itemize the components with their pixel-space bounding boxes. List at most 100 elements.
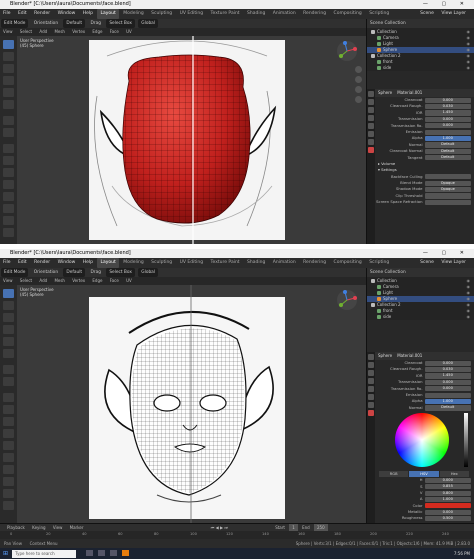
header-menu-edge[interactable]: Edge xyxy=(89,28,105,36)
tab-texture-paint[interactable]: Texture Paint xyxy=(208,9,243,19)
window-controls[interactable]: — ▢ ✕ xyxy=(423,0,470,9)
end-frame-field[interactable]: 250 xyxy=(313,524,328,531)
material-tab-icon-2[interactable] xyxy=(368,410,374,416)
tab-rendering[interactable]: Rendering xyxy=(300,9,329,19)
settings-prop-value-field[interactable] xyxy=(424,174,471,180)
mode-select-2[interactable]: Edit Mode xyxy=(1,268,29,277)
tab-shading[interactable]: Shading xyxy=(244,9,268,19)
camera-view-icon[interactable] xyxy=(355,86,362,93)
measure-tool-icon[interactable] xyxy=(3,128,14,137)
output-tab-icon[interactable] xyxy=(368,107,374,113)
menu-render-2[interactable]: Render xyxy=(31,258,53,268)
output-tab-icon-2[interactable] xyxy=(368,370,374,376)
material-name[interactable]: Material.001 xyxy=(397,90,422,95)
extrude-tool-icon[interactable] xyxy=(3,144,14,153)
menu-file-2[interactable]: File xyxy=(0,258,14,268)
start-frame-field[interactable]: 1 xyxy=(289,524,298,531)
visibility-eye-icon[interactable]: ◉ xyxy=(467,65,471,71)
base-prop-value-field[interactable] xyxy=(424,503,471,509)
render-tab-icon[interactable] xyxy=(368,99,374,105)
bevel-tool-icon-2[interactable] xyxy=(3,417,14,426)
visibility-eye-icon[interactable]: ◉ xyxy=(467,314,471,320)
timeline-view[interactable]: View xyxy=(50,524,66,531)
header-menu-mesh-2[interactable]: Mesh xyxy=(51,277,68,285)
loop-cut-tool-icon[interactable] xyxy=(3,180,14,189)
measure-tool-icon-2[interactable] xyxy=(3,377,14,386)
material-prop-value-field[interactable]: 1.000 xyxy=(424,135,471,142)
material-prop-value-field[interactable]: 0.000 xyxy=(424,97,471,103)
annotate-tool-icon-2[interactable] xyxy=(3,365,14,374)
rotate-tool-icon[interactable] xyxy=(3,76,14,85)
window-controls-2[interactable]: — ▢ ✕ xyxy=(423,249,470,258)
scene-field-2[interactable]: Scene xyxy=(417,258,437,268)
material-prop-2-value-field[interactable]: 1.000 xyxy=(424,398,471,405)
tool-tab-icon[interactable] xyxy=(368,91,374,97)
taskbar-search[interactable]: Type here to search xyxy=(12,549,77,558)
header-menu-face[interactable]: Face xyxy=(107,28,122,36)
render-tab-icon-2[interactable] xyxy=(368,362,374,368)
smooth-tool-icon[interactable] xyxy=(3,228,14,237)
timeline-marker[interactable]: Marker xyxy=(67,524,87,531)
header-menu-add-2[interactable]: Add xyxy=(36,277,50,285)
shrink-tool-icon-2[interactable] xyxy=(3,489,14,498)
timeline-keying[interactable]: Keying xyxy=(29,524,48,531)
play-controls-icon[interactable]: ⏮ ◀ ▶ ⏭ xyxy=(208,524,231,531)
navigation-gizmo-2[interactable] xyxy=(336,289,358,311)
tab-texture-paint-2[interactable]: Texture Paint xyxy=(208,258,243,268)
rotate-tool-icon-2[interactable] xyxy=(3,325,14,334)
material-prop-2-value-field[interactable]: Default xyxy=(424,405,471,411)
header-menu-face-2[interactable]: Face xyxy=(107,277,122,285)
header-menu-vertex[interactable]: Vertex xyxy=(69,28,88,36)
browser-icon[interactable] xyxy=(110,550,118,556)
menu-render[interactable]: Render xyxy=(31,9,53,19)
tab-layout-2[interactable]: Layout xyxy=(97,258,119,268)
material-prop-2-value-field[interactable]: 0.030 xyxy=(424,366,471,373)
spin-tool-icon-2[interactable] xyxy=(3,465,14,474)
3d-viewport[interactable]: User Perspective (45) Sphere xyxy=(17,36,366,244)
tab-uv-editing[interactable]: UV Editing xyxy=(177,9,206,19)
header-menu-view[interactable]: View xyxy=(0,28,16,36)
tab-modeling[interactable]: Modeling xyxy=(120,9,146,19)
view-layer-field[interactable]: View Layer xyxy=(438,9,469,19)
extrude-tool-icon-2[interactable] xyxy=(3,393,14,402)
annotate-tool-icon[interactable] xyxy=(3,116,14,125)
tab-uv-editing-2[interactable]: UV Editing xyxy=(177,258,206,268)
settings-prop-value-field[interactable]: Opaque xyxy=(424,180,471,186)
color-prop-value-field[interactable]: 0.800 xyxy=(424,490,471,496)
tab-rendering-2[interactable]: Rendering xyxy=(300,258,329,268)
material-prop-value-field[interactable]: 0.000 xyxy=(424,116,471,122)
scene-tab-icon-2[interactable] xyxy=(368,378,374,384)
poly-build-tool-icon-2[interactable] xyxy=(3,453,14,462)
base-prop-value-field[interactable]: 0.000 xyxy=(424,509,471,515)
material-prop-value-field[interactable] xyxy=(424,129,471,135)
tab-compositing-2[interactable]: Compositing xyxy=(331,258,365,268)
header-menu-uv-2[interactable]: UV xyxy=(123,277,135,285)
material-tab-icon[interactable] xyxy=(368,147,374,153)
navigation-gizmo[interactable] xyxy=(336,40,358,62)
orientation-select-2[interactable]: Default xyxy=(63,268,86,277)
menu-edit-2[interactable]: Edit xyxy=(15,258,30,268)
menu-help-2[interactable]: Help xyxy=(80,258,96,268)
move-tool-icon-2[interactable] xyxy=(3,313,14,322)
menu-file[interactable]: File xyxy=(0,9,14,19)
world-tab-icon-2[interactable] xyxy=(368,386,374,392)
settings-prop-value-field[interactable] xyxy=(424,199,471,206)
knife-tool-icon-2[interactable] xyxy=(3,441,14,450)
material-prop-value-field[interactable]: Default xyxy=(424,148,471,154)
material-prop-2-value-field[interactable] xyxy=(424,392,471,398)
windows-start-icon[interactable]: ⊞ xyxy=(0,548,11,559)
tab-animation-2[interactable]: Animation xyxy=(270,258,299,268)
menu-window-2[interactable]: Window xyxy=(55,258,79,268)
header-menu-vertex-2[interactable]: Vertex xyxy=(69,277,88,285)
header-menu-select[interactable]: Select xyxy=(17,28,35,36)
transform-orientation-select-2[interactable]: Global xyxy=(138,268,159,277)
transform-orientation-select[interactable]: Global xyxy=(138,19,159,28)
modifier-tab-icon[interactable] xyxy=(368,139,374,145)
header-menu-mesh[interactable]: Mesh xyxy=(51,28,68,36)
settings-prop-value-field[interactable] xyxy=(424,193,471,199)
inset-tool-icon-2[interactable] xyxy=(3,405,14,414)
drag-select-2[interactable]: Select Box xyxy=(106,268,135,277)
color-prop-value-field[interactable]: 0.855 xyxy=(424,484,471,490)
tab-modeling-2[interactable]: Modeling xyxy=(120,258,146,268)
modifier-tab-icon-2[interactable] xyxy=(368,402,374,408)
